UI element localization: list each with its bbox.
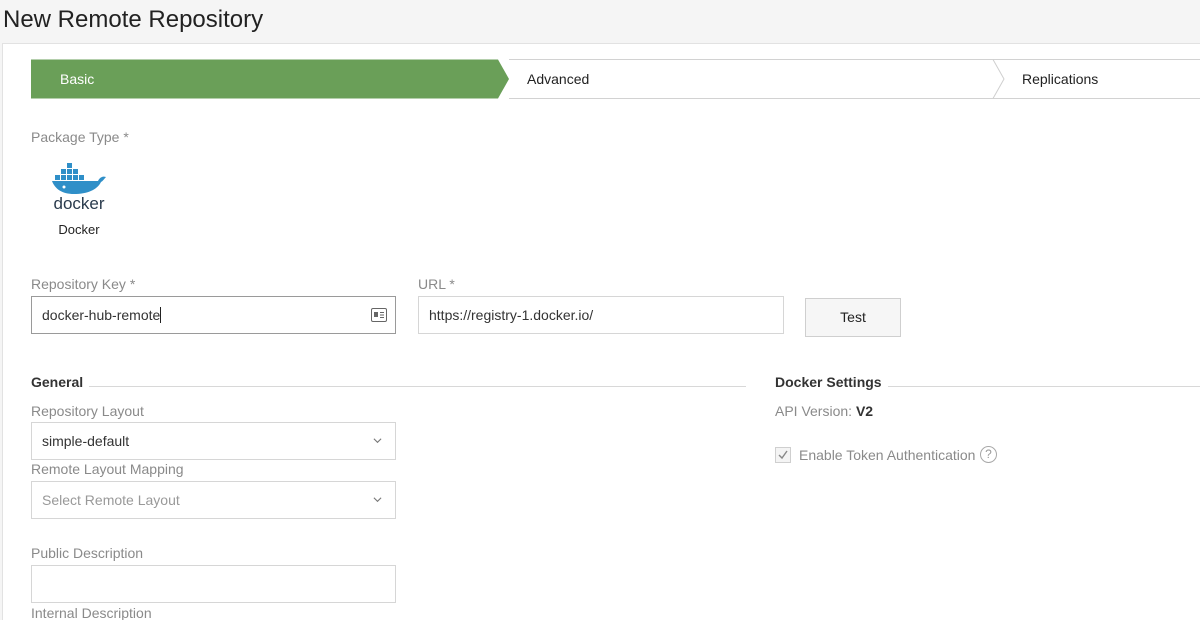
docker-settings-section-title: Docker Settings [775,374,888,390]
repository-key-label: Repository Key * [31,276,136,292]
remote-layout-mapping-label: Remote Layout Mapping [31,461,184,477]
tab-basic[interactable]: Basic [60,71,94,87]
wizard-steps: Basic Advanced Replications [31,59,1200,99]
enable-token-auth-checkbox[interactable] [775,447,791,463]
tab-advanced[interactable]: Advanced [527,71,589,87]
question-circle-icon[interactable]: ? [980,446,997,463]
id-card-icon[interactable] [371,308,387,322]
test-button[interactable]: Test [805,298,901,337]
package-type-name: Docker [58,222,100,237]
general-section-title: General [31,374,90,390]
chevron-down-icon [373,438,382,444]
public-description-input[interactable] [31,565,396,603]
checkmark-icon [778,450,788,460]
general-section-line [31,386,746,387]
remote-layout-mapping-placeholder: Select Remote Layout [42,492,180,508]
package-docker[interactable]: docker Docker [50,160,108,240]
public-description-label: Public Description [31,545,144,561]
url-value: https://registry-1.docker.io/ [429,307,594,323]
repository-layout-label: Repository Layout [31,403,144,419]
api-version-value: V2 [855,403,874,419]
package-type-label: Package Type * [31,129,129,145]
remote-layout-mapping-select[interactable]: Select Remote Layout [31,481,396,519]
repository-layout-select[interactable]: simple-default [31,422,396,460]
repository-key-input[interactable]: docker-hub-remote [31,296,396,334]
repository-key-value: docker-hub-remote [42,307,161,323]
docker-logo-text: docker [53,194,105,213]
url-label: URL * [418,276,455,292]
chevron-down-icon [373,497,382,503]
page-title: New Remote Repository [3,6,264,33]
api-version-label: API Version: [775,403,853,419]
tab-replications[interactable]: Replications [1022,71,1098,87]
url-input[interactable]: https://registry-1.docker.io/ [418,296,784,334]
docker-whale-icon [52,163,106,194]
enable-token-auth-label[interactable]: Enable Token Authentication [799,447,975,463]
step-divider [992,59,1005,99]
repository-layout-value: simple-default [42,433,130,449]
step-basic-bg [31,59,509,99]
api-version: API Version: V2 [775,403,873,419]
internal-description-label: Internal Description [31,605,152,620]
text-caret [160,307,162,323]
